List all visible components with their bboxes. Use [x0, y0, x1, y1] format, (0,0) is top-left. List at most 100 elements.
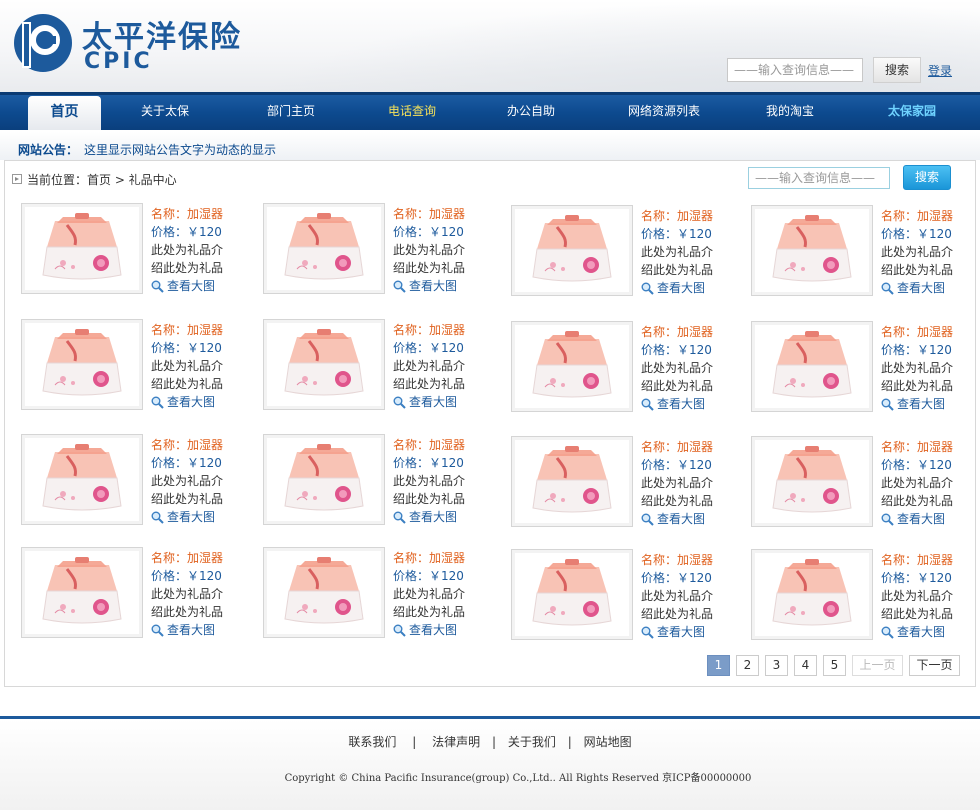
view-large-link[interactable]: 查看大图 — [641, 510, 731, 528]
product-thumbnail[interactable] — [21, 547, 143, 638]
view-large-link[interactable]: 查看大图 — [641, 395, 731, 413]
product-card: 名称：加湿器 价格：￥120 此处为礼品介 绍此处为礼品 查看大图 — [21, 434, 241, 530]
view-large-link[interactable]: 查看大图 — [393, 621, 483, 639]
view-large-label: 查看大图 — [167, 279, 216, 293]
product-price: 价格：￥120 — [881, 343, 952, 357]
footer-link-legal[interactable]: 法律声明 — [432, 735, 480, 749]
product-card: 名称：加湿器 价格：￥120 此处为礼品介 绍此处为礼品 查看大图 — [263, 319, 483, 415]
product-thumbnail[interactable] — [263, 319, 385, 410]
next-page-button[interactable]: 下一页 — [909, 655, 960, 676]
nav-item-taobao[interactable]: 我的淘宝 — [750, 92, 830, 130]
notice-bar: 网站公告： 这里显示网站公告文字为动态的显示 — [0, 132, 980, 160]
product-desc-line1: 此处为礼品介 — [151, 474, 224, 488]
product-price: 价格：￥120 — [641, 343, 712, 357]
footer-links: 联系我们 | 法律声明 | 关于我们 | 网站地图 — [0, 733, 980, 750]
product-desc-line2: 绍此处为礼品 — [881, 607, 954, 621]
nav-item-home[interactable]: 首页 — [28, 96, 101, 130]
product-info: 名称：加湿器 价格：￥120 此处为礼品介 绍此处为礼品 查看大图 — [151, 321, 241, 411]
product-desc-line2: 绍此处为礼品 — [641, 263, 714, 277]
product-price: 价格：￥120 — [393, 456, 464, 470]
product-thumbnail[interactable] — [511, 321, 633, 412]
product-card: 名称：加湿器 价格：￥120 此处为礼品介 绍此处为礼品 查看大图 — [263, 203, 483, 299]
product-desc-line1: 此处为礼品介 — [641, 361, 714, 375]
humidifier-image — [515, 553, 629, 636]
page-button-3[interactable]: 3 — [765, 655, 788, 676]
product-price: 价格：￥120 — [881, 571, 952, 585]
product-price: 价格：￥120 — [641, 227, 712, 241]
product-card: 名称：加湿器 价格：￥120 此处为礼品介 绍此处为礼品 查看大图 — [751, 549, 971, 645]
product-price: 价格：￥120 — [393, 341, 464, 355]
header-search-button[interactable]: 搜索 — [873, 57, 921, 83]
humidifier-image — [515, 440, 629, 523]
product-thumbnail[interactable] — [21, 203, 143, 294]
product-desc-line1: 此处为礼品介 — [393, 587, 466, 601]
product-thumbnail[interactable] — [751, 549, 873, 640]
product-desc-line1: 此处为礼品介 — [151, 243, 224, 257]
nav-item-office[interactable]: 办公自助 — [491, 92, 571, 130]
product-thumbnail[interactable] — [263, 547, 385, 638]
prev-page-button[interactable]: 上一页 — [852, 655, 903, 676]
product-desc-line2: 绍此处为礼品 — [881, 494, 954, 508]
nav-item-phone-query[interactable]: 电话查询 — [372, 92, 452, 130]
view-large-link[interactable]: 查看大图 — [151, 393, 241, 411]
footer-link-contact[interactable]: 联系我们 — [348, 735, 396, 749]
product-thumbnail[interactable] — [263, 434, 385, 525]
product-thumbnail[interactable] — [511, 549, 633, 640]
header-search-input[interactable]: ——输入查询信息—— — [727, 58, 863, 82]
product-price: 价格：￥120 — [641, 458, 712, 472]
product-card: 名称：加湿器 价格：￥120 此处为礼品介 绍此处为礼品 查看大图 — [751, 321, 971, 417]
product-thumbnail[interactable] — [21, 319, 143, 410]
nav-item-home-garden[interactable]: 太保家园 — [872, 92, 952, 130]
breadcrumb: 当前位置：首页 > 礼品中心 — [27, 173, 177, 187]
view-large-link[interactable]: 查看大图 — [881, 279, 971, 297]
view-large-link[interactable]: 查看大图 — [641, 623, 731, 641]
footer-link-about[interactable]: 关于我们 — [508, 735, 556, 749]
page-button-4[interactable]: 4 — [794, 655, 817, 676]
product-card: 名称：加湿器 价格：￥120 此处为礼品介 绍此处为礼品 查看大图 — [751, 436, 971, 532]
nav-item-resources[interactable]: 网络资源列表 — [617, 92, 711, 130]
product-name: 名称：加湿器 — [151, 323, 224, 337]
view-large-link[interactable]: 查看大图 — [393, 508, 483, 526]
view-large-label: 查看大图 — [657, 512, 706, 526]
view-large-link[interactable]: 查看大图 — [881, 510, 971, 528]
product-thumbnail[interactable] — [751, 205, 873, 296]
view-large-label: 查看大图 — [409, 623, 458, 637]
magnifier-icon — [881, 398, 894, 411]
product-card: 名称：加湿器 价格：￥120 此处为礼品介 绍此处为礼品 查看大图 — [263, 547, 483, 643]
notice-text[interactable]: 这里显示网站公告文字为动态的显示 — [84, 141, 276, 158]
view-large-link[interactable]: 查看大图 — [881, 623, 971, 641]
footer-separator: | — [567, 735, 572, 749]
product-thumbnail[interactable] — [751, 436, 873, 527]
page-button-5[interactable]: 5 — [823, 655, 846, 676]
main-search-input[interactable]: ——输入查询信息—— — [748, 167, 890, 189]
product-price: 价格：￥120 — [151, 341, 222, 355]
view-large-link[interactable]: 查看大图 — [393, 393, 483, 411]
product-price: 价格：￥120 — [881, 458, 952, 472]
footer-link-sitemap[interactable]: 网站地图 — [584, 735, 632, 749]
product-thumbnail[interactable] — [263, 203, 385, 294]
view-large-link[interactable]: 查看大图 — [641, 279, 731, 297]
view-large-link[interactable]: 查看大图 — [393, 277, 483, 295]
product-info: 名称：加湿器 价格：￥120 此处为礼品介 绍此处为礼品 查看大图 — [151, 549, 241, 639]
view-large-link[interactable]: 查看大图 — [151, 508, 241, 526]
nav-item-about[interactable]: 关于太保 — [125, 92, 205, 130]
login-link[interactable]: 登录 — [928, 62, 952, 79]
view-large-label: 查看大图 — [657, 625, 706, 639]
product-thumbnail[interactable] — [21, 434, 143, 525]
product-thumbnail[interactable] — [511, 205, 633, 296]
product-desc-line1: 此处为礼品介 — [641, 476, 714, 490]
humidifier-image — [755, 553, 869, 636]
main-search-button[interactable]: 搜索 — [903, 165, 951, 190]
nav-item-department[interactable]: 部门主页 — [251, 92, 331, 130]
magnifier-icon — [393, 280, 406, 293]
view-large-link[interactable]: 查看大图 — [881, 395, 971, 413]
product-thumbnail[interactable] — [751, 321, 873, 412]
view-large-link[interactable]: 查看大图 — [151, 621, 241, 639]
page-button-2[interactable]: 2 — [736, 655, 759, 676]
view-large-link[interactable]: 查看大图 — [151, 277, 241, 295]
page-button-1[interactable]: 1 — [707, 655, 730, 676]
humidifier-image — [267, 323, 381, 406]
product-thumbnail[interactable] — [511, 436, 633, 527]
product-desc-line2: 绍此处为礼品 — [393, 605, 466, 619]
humidifier-image — [267, 438, 381, 521]
